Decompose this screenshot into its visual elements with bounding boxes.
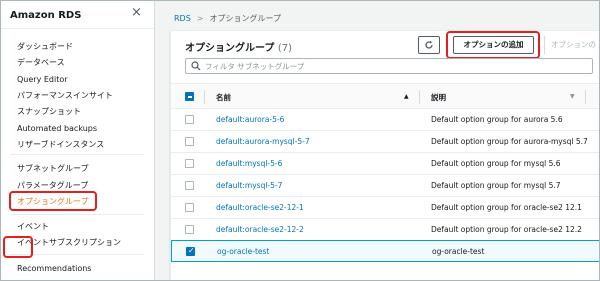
- row-checkbox[interactable]: [185, 137, 194, 146]
- option-group-name-link[interactable]: default:oracle-se2-12-1: [216, 203, 304, 212]
- item-count: (7): [277, 43, 293, 54]
- option-group-description: Default option group for aurora-mysql 5.…: [431, 137, 588, 146]
- sidebar-item-subnet-groups[interactable]: サブネットグループ: [17, 163, 89, 174]
- sidebar-divider: [0, 28, 154, 29]
- option-group-name-link[interactable]: default:mysql-5-6: [216, 159, 282, 168]
- breadcrumb: RDS > オプショングループ: [174, 13, 281, 24]
- breadcrumb-separator: >: [196, 14, 204, 23]
- option-group-name-link[interactable]: default:mysql-5-7: [216, 181, 282, 190]
- column-divider: [585, 90, 586, 104]
- option-group-description: Default option group for oracle-se2 12.1: [431, 203, 582, 212]
- sidebar-item-events[interactable]: イベント: [17, 221, 49, 232]
- row-checkbox[interactable]: [185, 181, 194, 190]
- disabled-action-button[interactable]: オプションの: [551, 36, 596, 54]
- sort-ascending-icon[interactable]: ▲: [404, 93, 409, 100]
- refresh-icon: [425, 40, 433, 49]
- close-icon[interactable]: ×: [131, 6, 142, 20]
- option-groups-panel: オプショングループ (7) オプションの追加 オプションの フィルタ サブネット…: [170, 30, 600, 281]
- highlight-box: [3, 236, 33, 258]
- option-group-name-link[interactable]: default:aurora-5-6: [216, 115, 284, 124]
- option-group-description: Default option group for mysql 5.7: [431, 181, 561, 190]
- sidebar-item-reserved-instances[interactable]: リザーブドインスタンス: [17, 139, 104, 150]
- row-checkbox[interactable]: [185, 203, 194, 212]
- sidebar-item-snapshots[interactable]: スナップショット: [17, 106, 81, 117]
- breadcrumb-root-link[interactable]: RDS: [174, 14, 191, 23]
- sidebar-item-performance-insights[interactable]: パフォーマンスインサイト: [17, 90, 113, 101]
- table-header: 名前 ▲ 説明 ▼: [171, 83, 600, 109]
- sidebar-item-databases[interactable]: データベース: [17, 57, 65, 68]
- panel-title: オプショングループ (7): [185, 39, 292, 54]
- option-group-description: Default option group for oracle-se2 12.2: [431, 225, 582, 234]
- column-divider: [204, 90, 205, 104]
- row-checkbox-checked[interactable]: ✓: [186, 246, 195, 256]
- row-checkbox[interactable]: [185, 159, 194, 168]
- indeterminate-mark: [187, 96, 192, 98]
- panel-title-text: オプショングループ: [185, 43, 275, 54]
- sidebar-item-dashboard[interactable]: ダッシュボード: [17, 41, 73, 52]
- option-group-description: Default option group for mysql 5.6: [431, 159, 561, 168]
- option-group-name-link[interactable]: default:aurora-mysql-5-7: [216, 137, 310, 146]
- checkmark-icon: ✓: [188, 246, 195, 255]
- search-icon: [191, 61, 201, 71]
- row-checkbox[interactable]: [185, 225, 194, 234]
- table-row[interactable]: default:aurora-mysql-5-7 Default option …: [171, 131, 600, 153]
- table-row-selected[interactable]: ✓ og-oracle-test og-oracle-test: [171, 240, 600, 262]
- table-row[interactable]: default:oracle-se2-12-2 Default option g…: [171, 219, 600, 241]
- table-row[interactable]: default:oracle-se2-12-1 Default option g…: [171, 197, 600, 219]
- sidebar-item-parameter-groups[interactable]: パラメータグループ: [17, 180, 88, 191]
- option-group-name-link[interactable]: og-oracle-test: [217, 247, 269, 256]
- sort-icon[interactable]: ▼: [570, 93, 575, 100]
- highlight-box: [9, 191, 97, 211]
- table-row[interactable]: default:mysql-5-6 Default option group f…: [171, 153, 600, 175]
- column-header-description[interactable]: 説明: [431, 92, 446, 103]
- breadcrumb-current: オプショングループ: [209, 14, 282, 23]
- column-header-name[interactable]: 名前: [216, 92, 231, 103]
- sidebar-item-recommendations[interactable]: Recommendations: [17, 263, 91, 274]
- sidebar-title: Amazon RDS: [10, 10, 82, 21]
- row-checkbox[interactable]: [185, 115, 194, 124]
- option-group-description: og-oracle-test: [432, 247, 485, 256]
- sidebar-separator: [10, 154, 144, 155]
- column-divider: [419, 90, 420, 104]
- option-group-name-link[interactable]: default:oracle-se2-12-2: [216, 225, 304, 234]
- table-row[interactable]: default:mysql-5-7 Default option group f…: [171, 175, 600, 197]
- sidebar-item-automated-backups[interactable]: Automated backups: [17, 123, 97, 134]
- button-divider: [544, 36, 545, 54]
- option-group-description: Default option group for aurora 5.6: [431, 115, 563, 124]
- search-placeholder: フィルタ サブネットグループ: [205, 62, 305, 71]
- select-all-checkbox[interactable]: [185, 92, 194, 101]
- table-row[interactable]: default:aurora-5-6 Default option group …: [171, 109, 600, 131]
- sidebar-item-query-editor[interactable]: Query Editor: [17, 74, 68, 85]
- sidebar-separator: [10, 214, 144, 215]
- highlight-box: [446, 31, 540, 59]
- search-input[interactable]: フィルタ サブネットグループ: [185, 58, 593, 74]
- refresh-button[interactable]: [418, 36, 440, 54]
